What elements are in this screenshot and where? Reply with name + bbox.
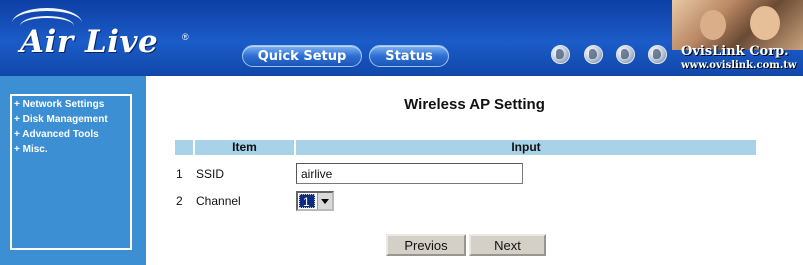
registered-mark: ® — [182, 32, 189, 42]
globe-icon — [584, 45, 603, 64]
table-header-index — [175, 140, 193, 155]
ssid-input[interactable] — [296, 163, 523, 184]
header-banner: Air Live ® Quick Setup Status OvisLink C… — [0, 0, 803, 76]
sidebar-item-disk-management[interactable]: + Disk Management — [14, 112, 130, 127]
sidebar-item-misc[interactable]: + Misc. — [14, 142, 130, 157]
sidebar-item-advanced-tools[interactable]: + Advanced Tools — [14, 127, 130, 142]
table-header-input: Input — [296, 140, 756, 155]
next-button[interactable]: Next — [469, 234, 546, 256]
row-label-channel: Channel — [196, 194, 241, 208]
row-label-ssid: SSID — [196, 167, 225, 181]
table-header-item: Item — [195, 140, 294, 155]
chevron-down-icon[interactable] — [317, 193, 332, 209]
sidebar-menu: + Network Settings + Disk Management + A… — [10, 94, 132, 250]
status-button[interactable]: Status — [369, 45, 449, 67]
company-url: www.ovislink.com.tw — [681, 60, 797, 71]
row-index-channel: 2 — [176, 194, 183, 208]
quick-setup-button[interactable]: Quick Setup — [242, 45, 362, 67]
globe-icon — [648, 45, 667, 64]
airlive-logo: Air Live — [20, 24, 159, 60]
globe-icon — [551, 45, 570, 64]
row-index-ssid: 1 — [176, 167, 183, 181]
company-name: OvisLink Corp. — [681, 44, 789, 59]
previous-button[interactable]: Previos — [386, 234, 466, 256]
channel-select[interactable]: 1 — [296, 191, 334, 211]
globe-icon — [616, 45, 635, 64]
page-title: Wireless AP Setting — [404, 96, 545, 113]
header-photo — [672, 0, 803, 50]
sidebar-item-network-settings[interactable]: + Network Settings — [14, 97, 130, 112]
sidebar: + Network Settings + Disk Management + A… — [0, 76, 146, 265]
channel-selected-value: 1 — [299, 194, 315, 209]
